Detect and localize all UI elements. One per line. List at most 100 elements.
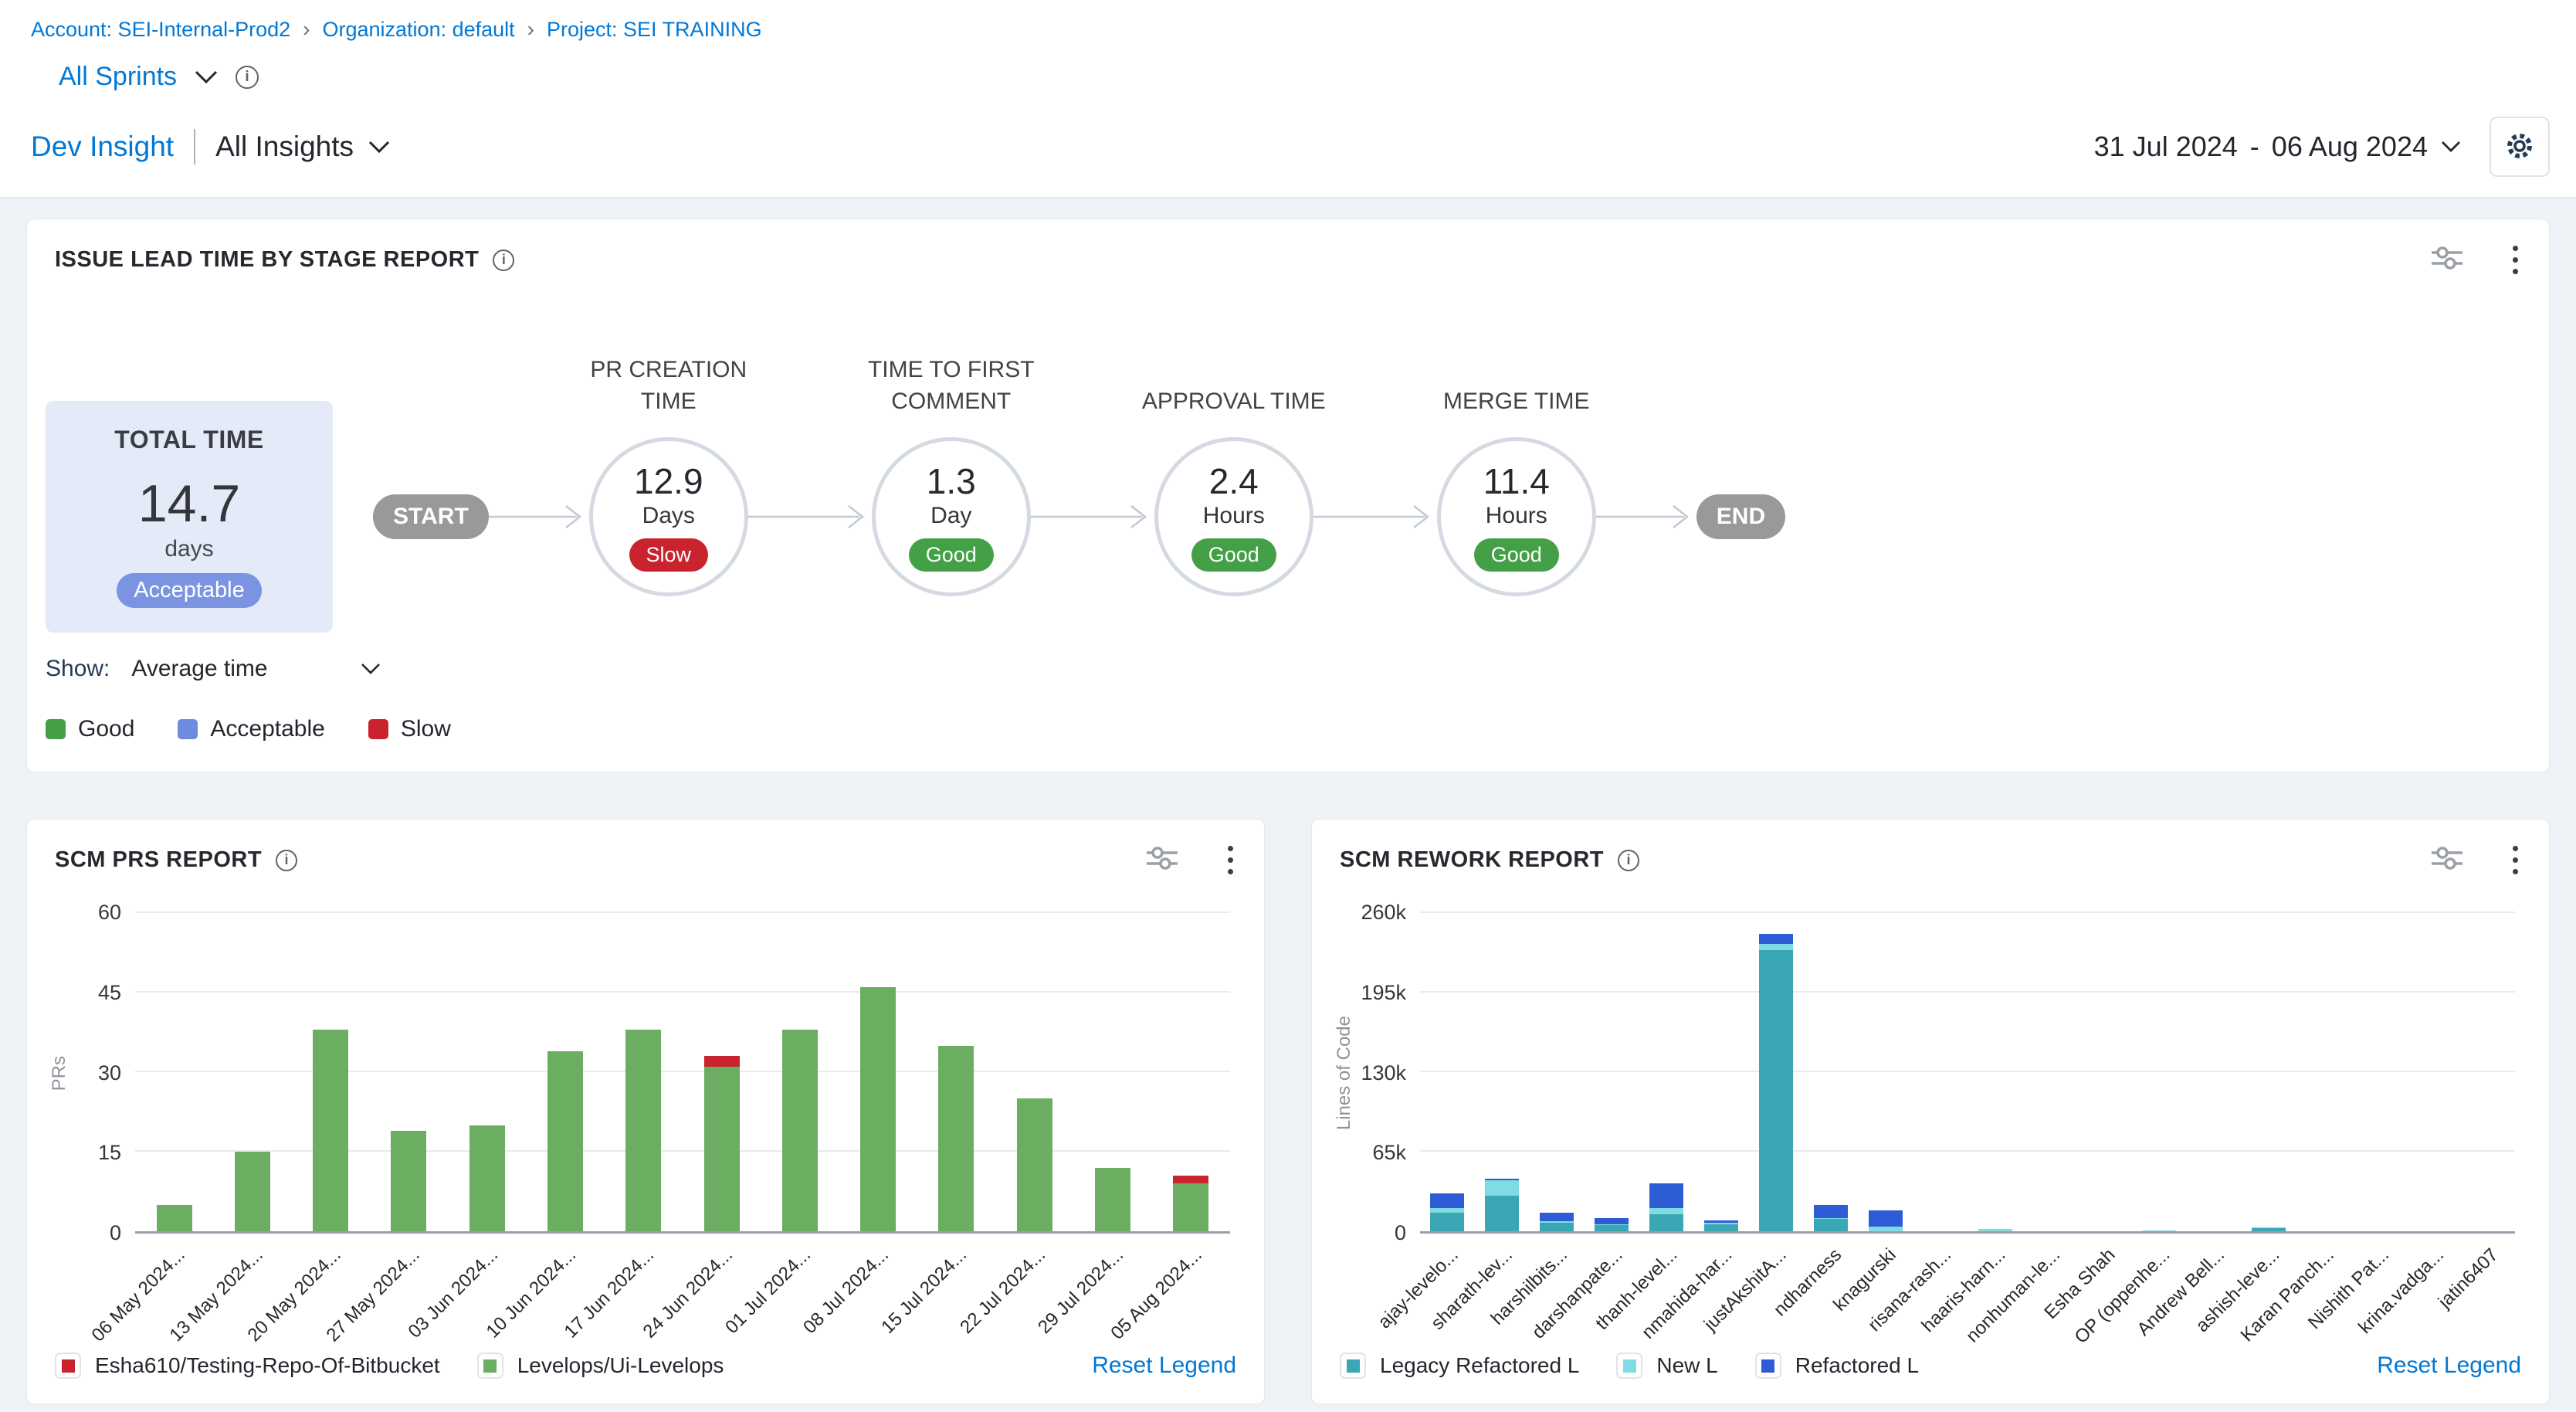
bar-segment[interactable]: [1978, 1229, 2012, 1231]
bar-segment[interactable]: [1649, 1208, 1683, 1214]
bar[interactable]: [1095, 913, 1130, 1231]
bar-segment[interactable]: [1649, 1214, 1683, 1231]
legend-item[interactable]: Slow: [368, 716, 451, 742]
breadcrumb-account-link[interactable]: Account: SEI-Internal-Prod2: [31, 18, 290, 42]
info-icon[interactable]: i: [276, 850, 297, 871]
bar-segment[interactable]: [1595, 1218, 1629, 1224]
widget-filter-icon[interactable]: [2429, 844, 2465, 876]
bar[interactable]: [1814, 913, 1848, 1231]
bar-segment[interactable]: [1869, 1210, 1903, 1227]
bar[interactable]: [1540, 913, 1574, 1231]
bar-segment[interactable]: [1540, 1223, 1574, 1231]
settings-button[interactable]: [2490, 117, 2550, 177]
legend-item[interactable]: Good: [46, 716, 134, 742]
date-range-selector[interactable]: 31 Jul 2024 - 06 Aug 2024: [2094, 131, 2462, 163]
insight-name-link[interactable]: Dev Insight: [31, 131, 174, 163]
legend-item[interactable]: Refactored L: [1755, 1353, 1919, 1379]
legend-item[interactable]: Esha610/Testing-Repo-Of-Bitbucket: [55, 1353, 440, 1379]
bar-segment[interactable]: [938, 1046, 974, 1231]
info-icon[interactable]: i: [493, 249, 514, 271]
bar[interactable]: [2361, 913, 2395, 1231]
bar[interactable]: [2197, 913, 2231, 1231]
bar[interactable]: [1595, 913, 1629, 1231]
bar-segment[interactable]: [1540, 1213, 1574, 1221]
bar-segment[interactable]: [625, 1030, 661, 1231]
bar[interactable]: [782, 913, 818, 1231]
bar-segment[interactable]: [2142, 1230, 2176, 1231]
bar-segment[interactable]: [469, 1125, 505, 1231]
bar-segment[interactable]: [1759, 944, 1793, 950]
bar[interactable]: [469, 913, 505, 1231]
bar[interactable]: [235, 913, 270, 1231]
bar-segment[interactable]: [1430, 1193, 1464, 1208]
bar-segment[interactable]: [1649, 1183, 1683, 1208]
legend-item[interactable]: Acceptable: [178, 716, 324, 742]
bar[interactable]: [1704, 913, 1738, 1231]
bar[interactable]: [1649, 913, 1683, 1231]
reset-legend-link[interactable]: Reset Legend: [2377, 1353, 2521, 1379]
bar-segment[interactable]: [1173, 1176, 1208, 1183]
bar-segment[interactable]: [1095, 1168, 1130, 1231]
breadcrumb-organization-link[interactable]: Organization: default: [323, 18, 515, 42]
breadcrumb-project-link[interactable]: Project: SEI TRAINING: [547, 18, 762, 42]
bar[interactable]: [1759, 913, 1793, 1231]
bar-segment[interactable]: [1173, 1183, 1208, 1231]
info-icon[interactable]: i: [236, 66, 259, 89]
bar[interactable]: [2471, 913, 2505, 1231]
sprint-selector[interactable]: All Sprints: [59, 62, 177, 92]
bar-segment[interactable]: [391, 1131, 426, 1231]
bar[interactable]: [1485, 913, 1519, 1231]
bar-segment[interactable]: [157, 1205, 192, 1231]
bar-segment[interactable]: [235, 1152, 270, 1231]
widget-filter-icon[interactable]: [2429, 244, 2465, 276]
bar[interactable]: [1430, 913, 1464, 1231]
reset-legend-link[interactable]: Reset Legend: [1092, 1353, 1236, 1379]
chevron-down-icon[interactable]: [194, 70, 219, 85]
bar[interactable]: [938, 913, 974, 1231]
bar[interactable]: [313, 913, 348, 1231]
bar-segment[interactable]: [1430, 1213, 1464, 1231]
bar-segment[interactable]: [1814, 1219, 1848, 1231]
bar-segment[interactable]: [1759, 934, 1793, 944]
bar-segment[interactable]: [313, 1030, 348, 1231]
bar[interactable]: [1924, 913, 1957, 1231]
bar[interactable]: [2252, 913, 2286, 1231]
legend-item[interactable]: New L: [1616, 1353, 1717, 1379]
bar[interactable]: [1869, 913, 1903, 1231]
kebab-menu-icon[interactable]: [2510, 243, 2521, 277]
bar-segment[interactable]: [2252, 1228, 2286, 1231]
info-icon[interactable]: i: [1618, 850, 1639, 871]
legend-item[interactable]: Levelops/Ui-Levelops: [477, 1353, 724, 1379]
bar-segment[interactable]: [1595, 1225, 1629, 1231]
bar-segment[interactable]: [1017, 1098, 1052, 1231]
bar[interactable]: [1017, 913, 1052, 1231]
bar-segment[interactable]: [547, 1051, 583, 1231]
bar[interactable]: [157, 913, 192, 1231]
bar[interactable]: [2307, 913, 2340, 1231]
bar-segment[interactable]: [704, 1067, 740, 1231]
bar[interactable]: [2416, 913, 2450, 1231]
bar-segment[interactable]: [704, 1056, 740, 1067]
bar-segment[interactable]: [1814, 1205, 1848, 1218]
bar[interactable]: [1173, 913, 1208, 1231]
legend-item[interactable]: Legacy Refactored L: [1340, 1353, 1579, 1379]
widget-filter-icon[interactable]: [1144, 844, 1180, 876]
kebab-menu-icon[interactable]: [1225, 843, 1236, 877]
bar-segment[interactable]: [860, 987, 896, 1231]
bar-segment[interactable]: [1485, 1196, 1519, 1231]
bar[interactable]: [1978, 913, 2012, 1231]
bar-segment[interactable]: [1759, 950, 1793, 1231]
bar-segment[interactable]: [1485, 1180, 1519, 1196]
bar[interactable]: [860, 913, 896, 1231]
bar[interactable]: [391, 913, 426, 1231]
bar[interactable]: [2087, 913, 2121, 1231]
bar[interactable]: [625, 913, 661, 1231]
bar-segment[interactable]: [782, 1030, 818, 1231]
bar[interactable]: [2142, 913, 2176, 1231]
insights-dropdown[interactable]: All Insights: [215, 131, 391, 163]
bar[interactable]: [704, 913, 740, 1231]
kebab-menu-icon[interactable]: [2510, 843, 2521, 877]
bar-segment[interactable]: [1704, 1224, 1738, 1232]
bar-segment[interactable]: [1869, 1227, 1903, 1231]
bar[interactable]: [547, 913, 583, 1231]
